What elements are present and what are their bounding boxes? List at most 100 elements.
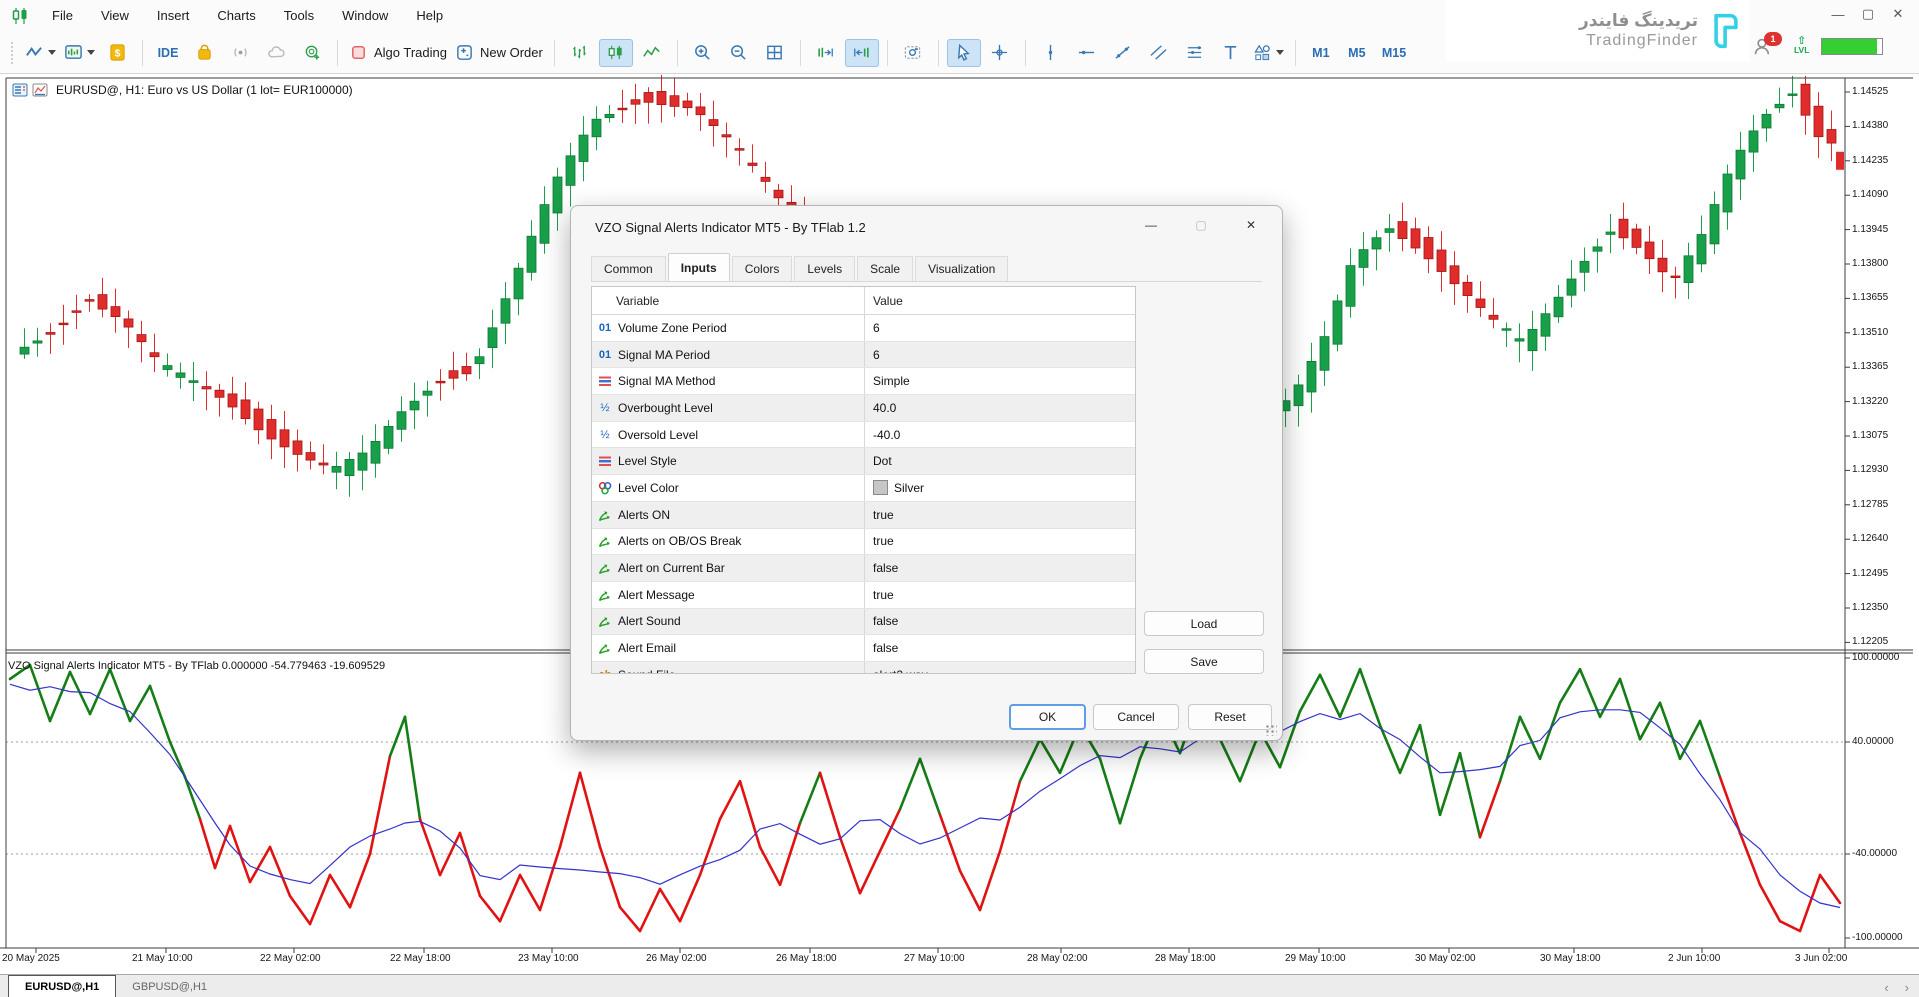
table-row[interactable]: Level StyleDot [592,448,1135,475]
dialog-minimize-button[interactable]: — [1126,210,1176,240]
table-row[interactable]: ½Oversold Level-40.0 [592,422,1135,449]
dialog-tab-scale[interactable]: Scale [857,256,913,281]
load-button[interactable]: Load [1144,611,1264,636]
dialog-maximize-button[interactable]: ▢ [1176,210,1226,240]
variable-value[interactable]: Dot [864,448,1135,474]
table-row[interactable]: Alert Emailfalse [592,635,1135,662]
variable-value[interactable]: false [864,555,1135,581]
menu-help[interactable]: Help [402,8,457,23]
screenshot-button[interactable] [896,39,930,67]
ide-button[interactable]: IDE [151,39,185,67]
variable-name: Alerts ON [618,508,864,522]
table-row[interactable]: Alert Messagetrue [592,582,1135,609]
candle-chart-mode-button[interactable] [599,39,633,67]
tab-scroll-right-icon[interactable]: › [1905,981,1909,994]
line-chart-mode-button[interactable] [635,39,669,67]
menu-charts[interactable]: Charts [203,8,269,23]
variable-value[interactable]: 6 [864,342,1135,368]
crosshair-button[interactable] [983,39,1017,67]
time-tick-label: 2 Jun 10:00 [1668,953,1720,964]
trendline-button[interactable] [1106,39,1140,67]
channel-button[interactable] [1142,39,1176,67]
menu-window[interactable]: Window [328,8,402,23]
table-row[interactable]: ½Overbought Level40.0 [592,395,1135,422]
variable-value[interactable]: Silver [864,475,1135,501]
variable-value[interactable]: Simple [864,368,1135,394]
tile-windows-button[interactable] [758,39,792,67]
vertical-line-button[interactable] [1034,39,1068,67]
one-click-trading-icon[interactable] [32,82,48,98]
notifications-icon[interactable]: 1 [1752,33,1778,59]
variable-name: Level Color [618,481,864,495]
menu-tools[interactable]: Tools [270,8,328,23]
depth-of-market-icon[interactable] [12,82,28,98]
table-row[interactable]: Alerts ONtrue [592,502,1135,529]
chart-shift-button[interactable] [845,39,879,67]
variable-value[interactable]: true [864,529,1135,555]
toolbar-drag-handle[interactable] [10,41,15,65]
table-row[interactable]: Signal MA MethodSimple [592,368,1135,395]
table-row[interactable]: Alert Soundfalse [592,609,1135,636]
shift-end-right-button[interactable] [809,39,843,67]
zoom-out-button[interactable] [722,39,756,67]
symbol-tab-eurusd-h1[interactable]: EURUSD@,H1 [8,975,116,997]
symbol-tab-gbpusd-h1[interactable]: GBPUSD@,H1 [116,977,223,997]
variable-value[interactable]: alert2.wav [864,662,1135,674]
cancel-button[interactable]: Cancel [1093,704,1179,730]
dialog-tab-inputs[interactable]: Inputs [668,253,730,281]
minimize-button[interactable]: — [1823,0,1853,28]
variable-value[interactable]: 6 [864,315,1135,341]
dialog-tab-visualization[interactable]: Visualization [915,256,1008,281]
tf-m5-button[interactable]: M5 [1340,39,1374,67]
market-button[interactable] [187,39,221,67]
tab-scroll-left-icon[interactable]: ‹ [1884,981,1888,994]
chart-profile-button[interactable] [61,39,98,67]
horizontal-line-button[interactable] [1070,39,1104,67]
close-button[interactable]: ✕ [1883,0,1913,28]
cloud-button[interactable] [259,39,293,67]
maximize-button[interactable]: ▢ [1853,0,1883,28]
ab-icon: ab [592,669,618,674]
zoom-in-button[interactable] [686,39,720,67]
fibonacci-button[interactable] [1178,39,1212,67]
bar-chart-mode-button[interactable] [563,39,597,67]
text-tool-button[interactable] [1214,39,1248,67]
variable-name: Signal MA Method [618,374,864,388]
tf-m15-button[interactable]: M15 [1376,39,1412,67]
dialog-tab-levels[interactable]: Levels [794,256,855,281]
variable-value[interactable]: true [864,502,1135,528]
table-row[interactable]: Alert on Current Barfalse [592,555,1135,582]
table-row[interactable]: abSound Filealert2.wav [592,662,1135,674]
new-order-button[interactable]: New Order [452,39,546,67]
variable-name: Alert Message [618,588,864,602]
variable-value[interactable]: 40.0 [864,395,1135,421]
cursor-button[interactable] [947,39,981,67]
variable-value[interactable]: false [864,635,1135,661]
dialog-tab-common[interactable]: Common [591,256,666,281]
ok-button[interactable]: OK [1009,704,1086,730]
table-row[interactable]: 01Signal MA Period6 [592,342,1135,369]
variable-value[interactable]: false [864,609,1135,635]
save-button[interactable]: Save [1144,649,1264,674]
menu-file[interactable]: File [38,8,87,23]
variable-value[interactable]: -40.0 [864,422,1135,448]
dialog-tab-colors[interactable]: Colors [732,256,793,281]
algo-trading-button[interactable]: Algo Trading [346,39,450,67]
menu-view[interactable]: View [87,8,143,23]
table-row[interactable]: Level ColorSilver [592,475,1135,502]
dialog-title-bar[interactable]: VZO Signal Alerts Indicator MT5 - By TFl… [571,206,1282,248]
community-button[interactable] [295,39,329,67]
table-row[interactable]: 01Volume Zone Period6 [592,315,1135,342]
shapes-button[interactable] [1250,39,1287,67]
variable-value[interactable]: true [864,582,1135,608]
tf-m1-button[interactable]: M1 [1304,39,1338,67]
variable-name: Overbought Level [618,401,864,415]
resize-grip[interactable] [1265,724,1277,736]
menu-insert[interactable]: Insert [143,8,204,23]
dialog-close-button[interactable]: ✕ [1226,210,1276,240]
reset-button[interactable]: Reset [1188,704,1272,730]
signals-button[interactable] [223,39,257,67]
indicators-button[interactable] [22,39,59,67]
table-row[interactable]: Alerts on OB/OS Breaktrue [592,529,1135,556]
market-watch-button[interactable]: $ [100,39,134,67]
